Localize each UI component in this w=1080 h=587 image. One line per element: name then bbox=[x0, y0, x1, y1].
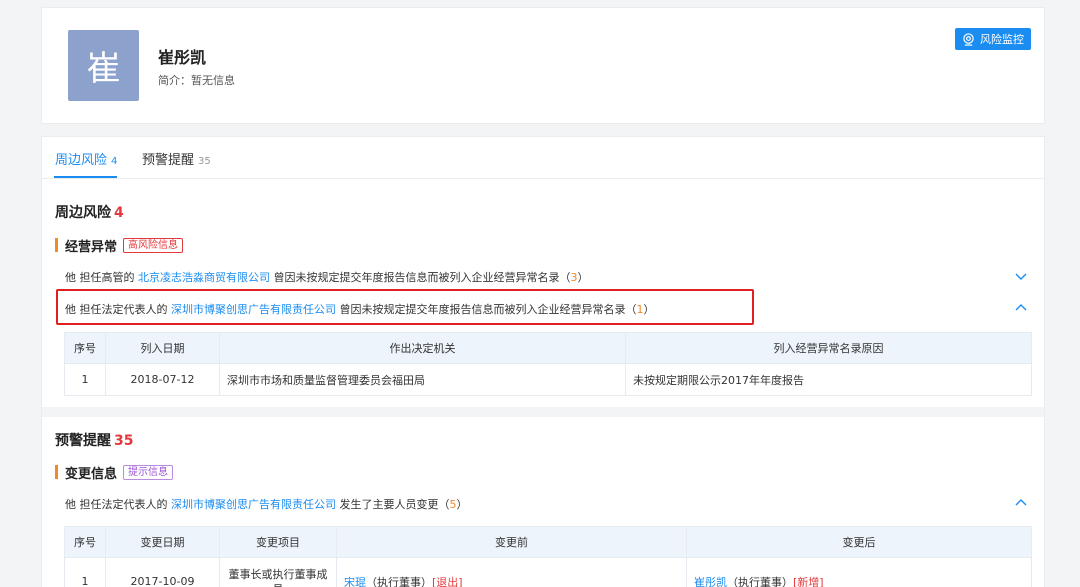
table-cell: 未按规定期限公示2017年年度报告 bbox=[625, 363, 1032, 396]
table-header: 序号 bbox=[64, 332, 106, 364]
change-after-cell: 崔彤凯（执行董事）[新增] bbox=[686, 557, 1032, 587]
avatar-char: 崔 bbox=[86, 49, 121, 89]
risk-item-1[interactable]: 他 担任高管的 北京凌志浩淼商贸有限公司 曾因未按规定提交年度报告信息而被列入企… bbox=[65, 269, 589, 285]
risk-item-suffix: 曾因未按规定提交年度报告信息而被列入企业经营异常名录（ bbox=[336, 303, 637, 316]
risk-item-count: 3 bbox=[570, 271, 578, 284]
chevron-up-icon[interactable] bbox=[1014, 496, 1028, 510]
risk-item-close: ） bbox=[643, 303, 655, 316]
warning-item-1[interactable]: 他 担任法定代表人的 深圳市博聚创思广告有限责任公司 发生了主要人员变更（5） bbox=[65, 496, 468, 512]
table-row: 1 2018-07-12 深圳市市场和质量监督管理委员会福田局 未按规定期限公示… bbox=[64, 363, 1032, 396]
table-header: 变更日期 bbox=[105, 526, 220, 558]
tab-count: 4 bbox=[111, 156, 118, 167]
person-link[interactable]: 崔彤凯 bbox=[694, 576, 727, 587]
table-header: 列入经营异常名录原因 bbox=[625, 332, 1032, 364]
abnormal-operation-header: 经营异常 高风险信息 bbox=[55, 237, 184, 255]
risk-item-2[interactable]: 他 担任法定代表人的 深圳市博聚创思广告有限责任公司 曾因未按规定提交年度报告信… bbox=[65, 301, 655, 317]
warning-item-prefix: 他 担任法定代表人的 bbox=[65, 498, 171, 511]
table-cell: 2017-10-09 bbox=[105, 557, 220, 587]
tab-surrounding-risk[interactable]: 周边风险 4 bbox=[55, 149, 117, 168]
role-text: （执行董事） bbox=[366, 575, 432, 587]
company-link[interactable]: 深圳市博聚创思广告有限责任公司 bbox=[171, 498, 336, 511]
change-before-cell: 宋琨（执行董事）[退出] bbox=[336, 557, 687, 587]
section-marker bbox=[55, 238, 58, 252]
warning-item-count: 5 bbox=[449, 498, 457, 511]
table-cell: 深圳市市场和质量监督管理委员会福田局 bbox=[219, 363, 626, 396]
section-count: 35 bbox=[114, 433, 134, 449]
tab-label: 周边风险 bbox=[55, 153, 108, 168]
change-info-table: 序号 变更日期 变更项目 变更前 变更后 1 2017-10-09 董事长或执行… bbox=[64, 526, 1032, 587]
warning-section-title: 预警提醒 35 bbox=[55, 430, 133, 450]
profile-header-card: 崔 崔彤凯 简介：暂无信息 风险监控 bbox=[41, 7, 1045, 124]
table-header: 变更后 bbox=[686, 526, 1032, 558]
warning-item-close: ） bbox=[456, 498, 468, 511]
company-link[interactable]: 北京凌志浩淼商贸有限公司 bbox=[138, 271, 270, 284]
table-cell: 2018-07-12 bbox=[105, 363, 220, 396]
risk-section-title: 周边风险 4 bbox=[55, 202, 124, 222]
abnormal-operation-table: 序号 列入日期 作出决定机关 列入经营异常名录原因 1 2018-07-12 深… bbox=[64, 332, 1032, 396]
tab-label: 预警提醒 bbox=[142, 153, 195, 168]
tab-count: 35 bbox=[198, 156, 211, 167]
active-tab-indicator bbox=[54, 176, 117, 178]
risk-monitor-button[interactable]: 风险监控 bbox=[955, 28, 1031, 50]
change-info-header: 变更信息 提示信息 bbox=[55, 464, 174, 482]
chevron-up-icon[interactable] bbox=[1014, 301, 1028, 315]
table-cell: 1 bbox=[64, 363, 106, 396]
table-cell: 董事长或执行董事成员 bbox=[219, 557, 337, 587]
category-label: 经营异常 bbox=[65, 239, 118, 255]
high-risk-tag: 高风险信息 bbox=[123, 237, 184, 253]
table-header: 变更前 bbox=[336, 526, 687, 558]
category-label: 变更信息 bbox=[65, 466, 118, 482]
risk-monitor-label: 风险监控 bbox=[980, 33, 1024, 46]
table-header-row: 序号 变更日期 变更项目 变更前 变更后 bbox=[64, 526, 1032, 558]
person-link[interactable]: 宋琨 bbox=[344, 576, 366, 587]
risk-item-suffix: 曾因未按规定提交年度报告信息而被列入企业经营异常名录（ bbox=[270, 271, 571, 284]
risk-item-close: ） bbox=[577, 271, 589, 284]
company-link[interactable]: 深圳市博聚创思广告有限责任公司 bbox=[171, 303, 336, 316]
section-title-text: 预警提醒 bbox=[55, 433, 111, 449]
chevron-down-icon[interactable] bbox=[1014, 269, 1028, 283]
avatar: 崔 bbox=[68, 30, 139, 101]
risk-item-prefix: 他 担任法定代表人的 bbox=[65, 303, 171, 316]
change-op: [退出] bbox=[432, 575, 463, 587]
table-header: 作出决定机关 bbox=[219, 332, 626, 364]
change-op: [新增] bbox=[793, 575, 824, 587]
table-header: 序号 bbox=[64, 526, 106, 558]
info-tag: 提示信息 bbox=[123, 464, 174, 480]
section-title-text: 周边风险 bbox=[55, 205, 111, 221]
table-row: 1 2017-10-09 董事长或执行董事成员 宋琨（执行董事）[退出] 崔彤凯… bbox=[64, 557, 1032, 587]
tab-warning[interactable]: 预警提醒 35 bbox=[142, 149, 211, 168]
risk-main-card: 周边风险 4 预警提醒 35 周边风险 4 经营异常 高风险信息 他 担任高管的 北京… bbox=[41, 136, 1045, 587]
radar-icon bbox=[962, 32, 975, 46]
tab-bar: 周边风险 4 预警提醒 35 bbox=[42, 137, 1044, 179]
section-marker bbox=[55, 465, 58, 479]
role-text: （执行董事） bbox=[727, 575, 793, 587]
section-divider bbox=[42, 407, 1044, 417]
table-header: 变更项目 bbox=[219, 526, 337, 558]
table-header: 列入日期 bbox=[105, 332, 220, 364]
table-header-row: 序号 列入日期 作出决定机关 列入经营异常名录原因 bbox=[64, 332, 1032, 364]
person-name: 崔彤凯 bbox=[158, 48, 207, 67]
risk-item-prefix: 他 担任高管的 bbox=[65, 271, 138, 284]
section-count: 4 bbox=[114, 205, 124, 221]
warning-item-suffix: 发生了主要人员变更（ bbox=[336, 498, 450, 511]
person-intro: 简介：暂无信息 bbox=[158, 74, 235, 87]
risk-item-count: 1 bbox=[636, 303, 644, 316]
table-cell: 1 bbox=[64, 557, 106, 587]
